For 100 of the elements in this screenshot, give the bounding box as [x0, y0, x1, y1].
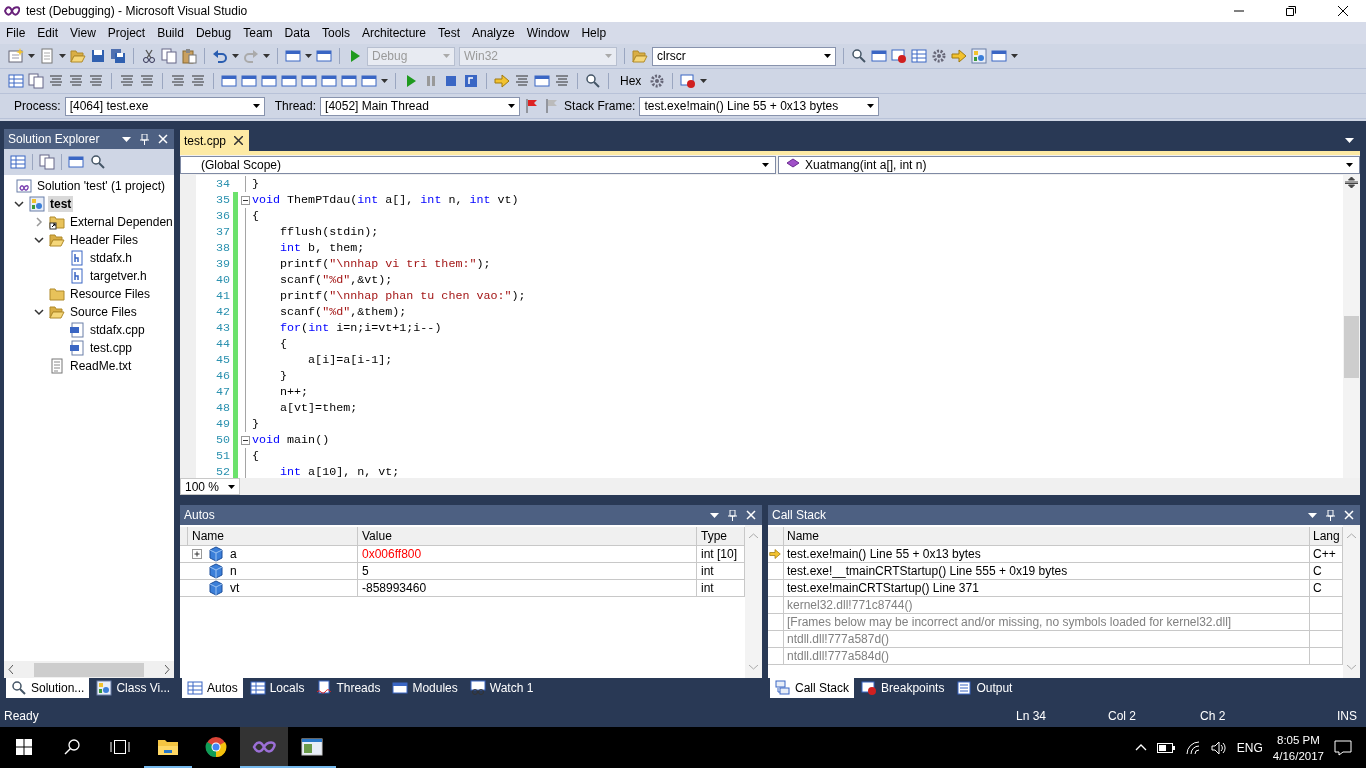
speaker-icon[interactable] — [1210, 740, 1227, 755]
undo-icon[interactable] — [212, 48, 228, 64]
gear-icon[interactable] — [931, 48, 947, 64]
menu-item[interactable]: Tools — [315, 26, 356, 40]
caret-icon[interactable] — [381, 79, 388, 83]
close-icon[interactable] — [1338, 6, 1348, 16]
caret-up-icon[interactable] — [1134, 744, 1147, 751]
menu-item[interactable]: Test — [432, 26, 466, 40]
table-icon[interactable] — [10, 154, 26, 170]
project-icon[interactable] — [971, 48, 987, 64]
member-dropdown[interactable]: Xuatmang(int a[], int n) — [778, 156, 1360, 174]
menu-item[interactable]: Architecture — [355, 26, 432, 40]
column-header[interactable]: Value — [358, 527, 697, 545]
caret-icon[interactable] — [59, 54, 66, 58]
window-icon[interactable] — [261, 73, 277, 89]
scroll-left-icon[interactable] — [8, 665, 13, 674]
scrollbar-thumb[interactable] — [1344, 316, 1359, 378]
hex-button[interactable]: Hex — [616, 74, 646, 88]
window-icon[interactable] — [316, 48, 332, 64]
pin-icon[interactable] — [728, 509, 737, 521]
tree-item[interactable]: targetver.h — [88, 268, 149, 284]
tree-item[interactable]: test.cpp — [88, 340, 135, 356]
window-icon[interactable] — [991, 48, 1007, 64]
window-icon[interactable] — [281, 73, 297, 89]
menu-item[interactable]: View — [64, 26, 102, 40]
menu-item[interactable]: Team — [237, 26, 279, 40]
window-icon[interactable] — [871, 48, 887, 64]
tree-item[interactable]: ReadMe.txt — [68, 358, 134, 374]
process-dropdown[interactable]: [4064] test.exe — [64, 96, 265, 116]
caret-icon[interactable] — [1011, 54, 1018, 58]
breakpoint-icon[interactable] — [891, 48, 907, 64]
column-header[interactable]: Name — [188, 527, 358, 545]
notification-icon[interactable] — [1334, 739, 1352, 756]
splitter-icon[interactable] — [1345, 177, 1358, 188]
tree-item[interactable]: test — [48, 196, 74, 212]
stack-frame-dropdown[interactable]: test.exe!main() Line 55 + 0x13 bytes — [639, 96, 880, 116]
pin-icon[interactable] — [140, 133, 149, 145]
panel-tab[interactable]: Breakpoints — [856, 678, 950, 698]
battery-icon[interactable] — [1156, 742, 1175, 753]
scrollbar-thumb[interactable] — [34, 662, 144, 677]
panel-tab[interactable]: Watch 1 — [464, 678, 539, 698]
window-icon[interactable] — [301, 73, 317, 89]
window-icon[interactable] — [534, 73, 550, 89]
search-icon[interactable] — [64, 738, 80, 755]
dropdown-caret-icon[interactable] — [710, 512, 719, 518]
search-icon[interactable] — [90, 154, 106, 170]
menu-item[interactable]: Window — [520, 26, 576, 40]
document-tab[interactable]: test.cpp — [180, 130, 250, 151]
menu-item[interactable]: Analyze — [466, 26, 521, 40]
expand-icon[interactable] — [192, 549, 202, 559]
dropdown-caret-icon[interactable] — [122, 136, 131, 142]
caret-icon[interactable] — [700, 79, 708, 83]
panel-tab[interactable]: Locals — [244, 678, 310, 698]
tree-item[interactable]: Header Files — [68, 232, 141, 248]
panel-tab[interactable]: Solution... — [6, 678, 90, 698]
wifi-icon[interactable] — [1184, 740, 1201, 755]
caret-icon[interactable] — [232, 54, 239, 58]
text-lines-icon[interactable] — [139, 73, 155, 89]
save-icon[interactable] — [90, 48, 106, 64]
language-indicator[interactable]: ENG — [1236, 740, 1263, 755]
find-field[interactable]: clrscr — [652, 46, 836, 66]
window-icon[interactable] — [361, 73, 377, 89]
restart-icon[interactable] — [463, 73, 479, 89]
thread-dropdown[interactable]: [4052] Main Thread — [320, 96, 521, 116]
caret-icon[interactable] — [1345, 138, 1354, 143]
panel-tab[interactable]: Autos — [182, 678, 243, 698]
menu-item[interactable]: Project — [101, 26, 152, 40]
stop-icon[interactable] — [443, 73, 459, 89]
cut-icon[interactable] — [141, 48, 157, 64]
dropdown-caret-icon[interactable] — [1308, 512, 1317, 518]
text-lines-icon[interactable] — [48, 73, 64, 89]
restore-icon[interactable] — [1286, 6, 1296, 16]
search-icon[interactable] — [585, 73, 601, 89]
search-icon[interactable] — [851, 48, 867, 64]
text-lines-icon[interactable] — [119, 73, 135, 89]
menu-item[interactable]: Debug — [189, 26, 238, 40]
column-header[interactable]: Name — [784, 527, 1310, 545]
menu-item[interactable]: File — [0, 26, 32, 40]
panel-tab[interactable]: Modules — [387, 678, 463, 698]
close-icon[interactable] — [234, 136, 244, 145]
menu-item[interactable]: Build — [151, 26, 190, 40]
text-lines-icon[interactable] — [190, 73, 206, 89]
save-all-icon[interactable] — [110, 48, 126, 64]
table-icon[interactable] — [8, 73, 24, 89]
panel-tab[interactable]: Threads — [311, 678, 386, 698]
pin-icon[interactable] — [1326, 509, 1335, 521]
clock[interactable]: 8:05 PM 4/16/2017 — [1272, 731, 1324, 764]
text-lines-icon[interactable] — [170, 73, 186, 89]
zoom-dropdown[interactable]: 100 % — [180, 478, 240, 495]
menu-item[interactable]: Help — [575, 26, 613, 40]
window-icon[interactable] — [221, 73, 237, 89]
tree-item[interactable]: Resource Files — [68, 286, 153, 302]
tree-item[interactable]: Solution 'test' (1 project) — [35, 178, 167, 194]
tree-item[interactable]: Source Files — [68, 304, 139, 320]
clipboard-icon[interactable] — [181, 48, 197, 64]
scope-dropdown[interactable]: (Global Scope) — [180, 156, 776, 174]
tree-item[interactable]: stdafx.h — [88, 250, 135, 266]
window-icon[interactable] — [321, 73, 337, 89]
collapse-icon[interactable] — [240, 435, 250, 445]
caret-icon[interactable] — [305, 54, 312, 58]
